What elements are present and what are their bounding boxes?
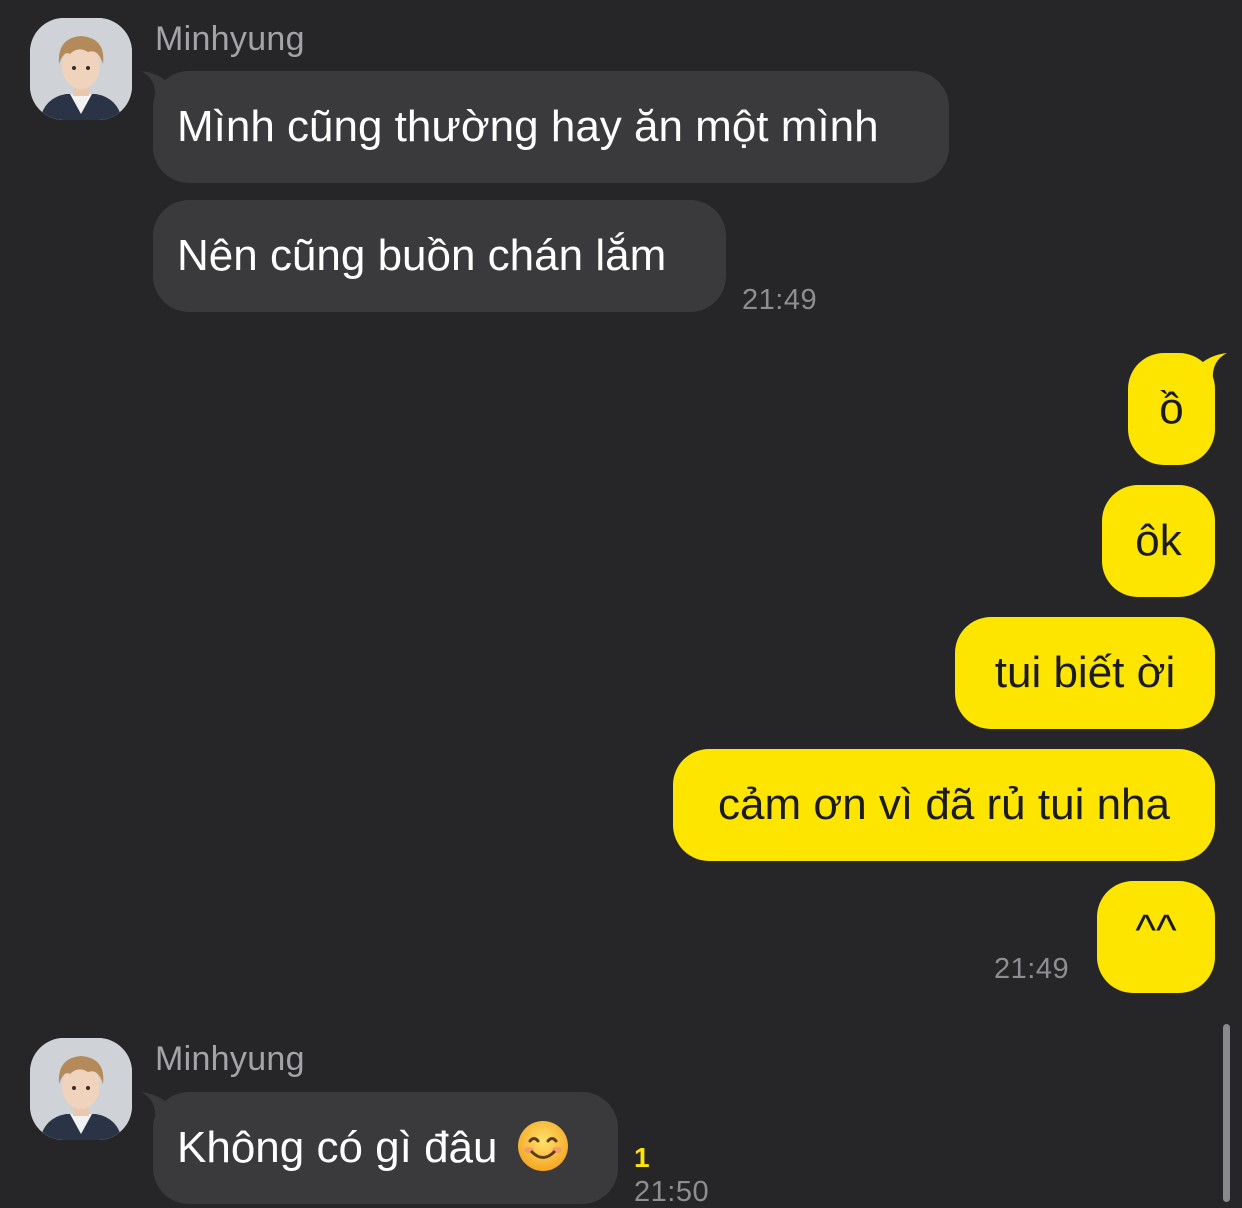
message-bubble[interactable]: tui biết ời — [955, 617, 1215, 729]
bubble-tail-icon — [141, 1092, 171, 1120]
message-text: ^^ — [1135, 906, 1177, 955]
avatar[interactable] — [30, 18, 132, 120]
bubble-tail-icon — [141, 71, 171, 99]
message-text: Mình cũng thường hay ăn một mình — [177, 102, 879, 151]
sender-name: Minhyung — [155, 1040, 305, 1078]
message-text: ôk — [1135, 516, 1182, 565]
unread-count-badge: 1 — [634, 1142, 650, 1173]
chat-screen: Minhyung Mình cũng thường hay ăn một mìn… — [0, 0, 1242, 1208]
message-text: cảm ơn vì đã rủ tui nha — [718, 780, 1170, 829]
message-text: Không có gì đâu — [177, 1123, 498, 1172]
message-bubble[interactable]: Mình cũng thường hay ăn một mình — [141, 71, 949, 183]
avatar[interactable] — [30, 1038, 132, 1140]
bubble-tail-icon — [1197, 353, 1227, 381]
sender-name: Minhyung — [155, 20, 305, 58]
message-text: Nên cũng buồn chán lắm — [177, 231, 667, 280]
message-bubble[interactable]: Nên cũng buồn chán lắm — [153, 200, 726, 312]
message-timestamp: 21:50 — [634, 1176, 710, 1208]
scrollbar[interactable] — [1223, 1024, 1230, 1202]
message-bubble[interactable]: ồ — [1128, 353, 1227, 465]
message-timestamp: 21:49 — [994, 953, 1070, 985]
message-bubble[interactable]: Không có gì đâu — [141, 1092, 618, 1204]
profile-photo-icon — [30, 1038, 132, 1140]
message-bubble[interactable]: ôk — [1102, 485, 1215, 597]
smiling-face-emoji-icon — [516, 1119, 570, 1173]
message-text: tui biết ời — [994, 648, 1176, 697]
message-text: ồ — [1159, 384, 1184, 433]
message-bubble[interactable]: cảm ơn vì đã rủ tui nha — [673, 749, 1215, 861]
profile-photo-icon — [30, 18, 132, 120]
message-timestamp: 21:49 — [742, 284, 818, 316]
message-bubble[interactable]: ^^ — [1097, 881, 1215, 993]
